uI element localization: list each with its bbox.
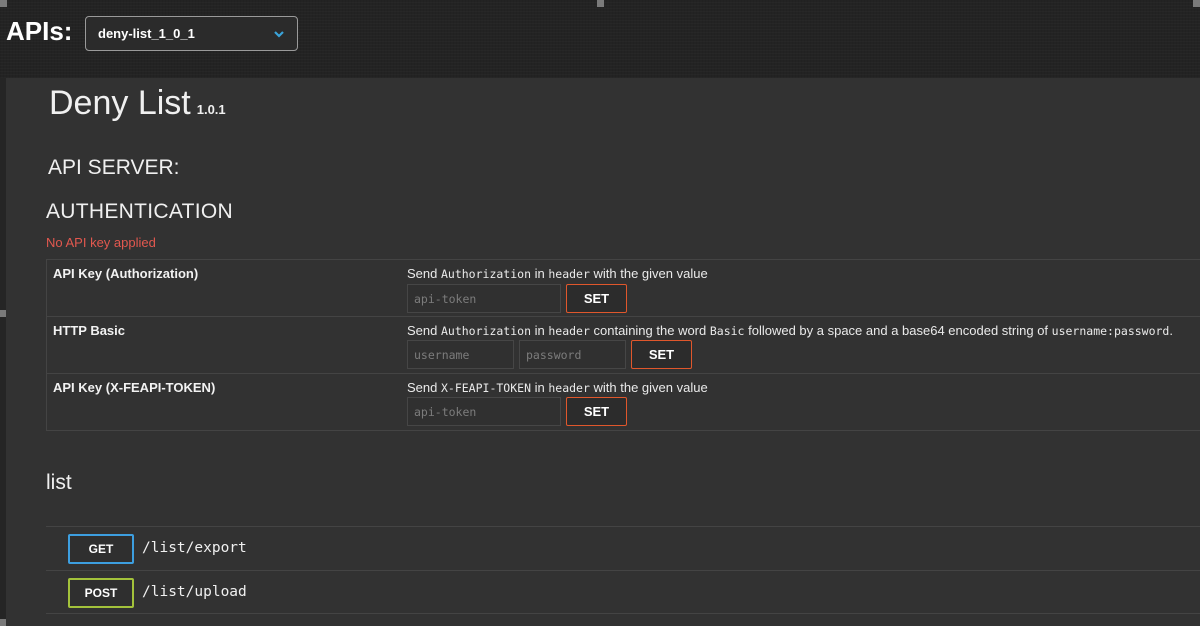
apis-label: APIs: bbox=[6, 16, 73, 46]
auth-scheme-description: Send X-FEAPI-TOKEN in header with the gi… bbox=[407, 380, 708, 395]
set-button[interactable]: SET bbox=[566, 397, 627, 426]
auth-row-x-feapi-token: API Key (X-FEAPI-TOKEN) Send X-FEAPI-TOK… bbox=[47, 374, 1200, 431]
set-button[interactable]: SET bbox=[566, 284, 627, 313]
auth-scheme-name: HTTP Basic bbox=[53, 323, 126, 338]
api-version: 1.0.1 bbox=[196, 102, 226, 117]
method-badge-post[interactable]: POST bbox=[68, 578, 134, 608]
endpoint-path[interactable]: /list/export bbox=[142, 540, 247, 556]
top-bar: APIs: deny-list_1_0_1 bbox=[0, 0, 1200, 78]
chevron-down-icon bbox=[274, 31, 284, 38]
auth-scheme-description: Send Authorization in header containing … bbox=[407, 323, 1173, 338]
api-server-label: API SERVER: bbox=[48, 156, 180, 179]
auth-row-http-basic: HTTP Basic Send Authorization in header … bbox=[47, 317, 1200, 374]
api-title: Deny List bbox=[49, 84, 191, 122]
username-input[interactable] bbox=[407, 340, 514, 369]
api-selector-value: deny-list_1_0_1 bbox=[98, 26, 195, 41]
authentication-heading: AUTHENTICATION bbox=[46, 200, 233, 223]
resize-handle[interactable] bbox=[0, 0, 7, 7]
section-title-list: list bbox=[46, 471, 72, 494]
method-badge-get[interactable]: GET bbox=[68, 534, 134, 564]
api-selector[interactable]: deny-list_1_0_1 bbox=[85, 16, 298, 51]
auth-status: No API key applied bbox=[46, 235, 156, 250]
auth-row-authorization: API Key (Authorization) Send Authorizati… bbox=[47, 260, 1200, 317]
endpoint-row[interactable]: GET /list/export bbox=[46, 526, 1200, 570]
main-panel: Deny List 1.0.1 API SERVER: AUTHENTICATIO… bbox=[6, 78, 1200, 626]
endpoint-path[interactable]: /list/upload bbox=[142, 584, 247, 600]
password-input[interactable] bbox=[519, 340, 626, 369]
api-token-input[interactable] bbox=[407, 397, 561, 426]
resize-handle[interactable] bbox=[597, 0, 604, 7]
api-token-input[interactable] bbox=[407, 284, 561, 313]
set-button[interactable]: SET bbox=[631, 340, 692, 369]
auth-scheme-name: API Key (Authorization) bbox=[53, 266, 199, 281]
auth-scheme-name: API Key (X-FEAPI-TOKEN) bbox=[53, 380, 216, 395]
resize-handle[interactable] bbox=[1193, 0, 1200, 7]
page-title: Deny List 1.0.1 bbox=[49, 84, 226, 123]
auth-scheme-description: Send Authorization in header with the gi… bbox=[407, 266, 708, 281]
auth-table: API Key (Authorization) Send Authorizati… bbox=[46, 259, 1200, 431]
endpoint-row[interactable]: POST /list/upload bbox=[46, 570, 1200, 614]
